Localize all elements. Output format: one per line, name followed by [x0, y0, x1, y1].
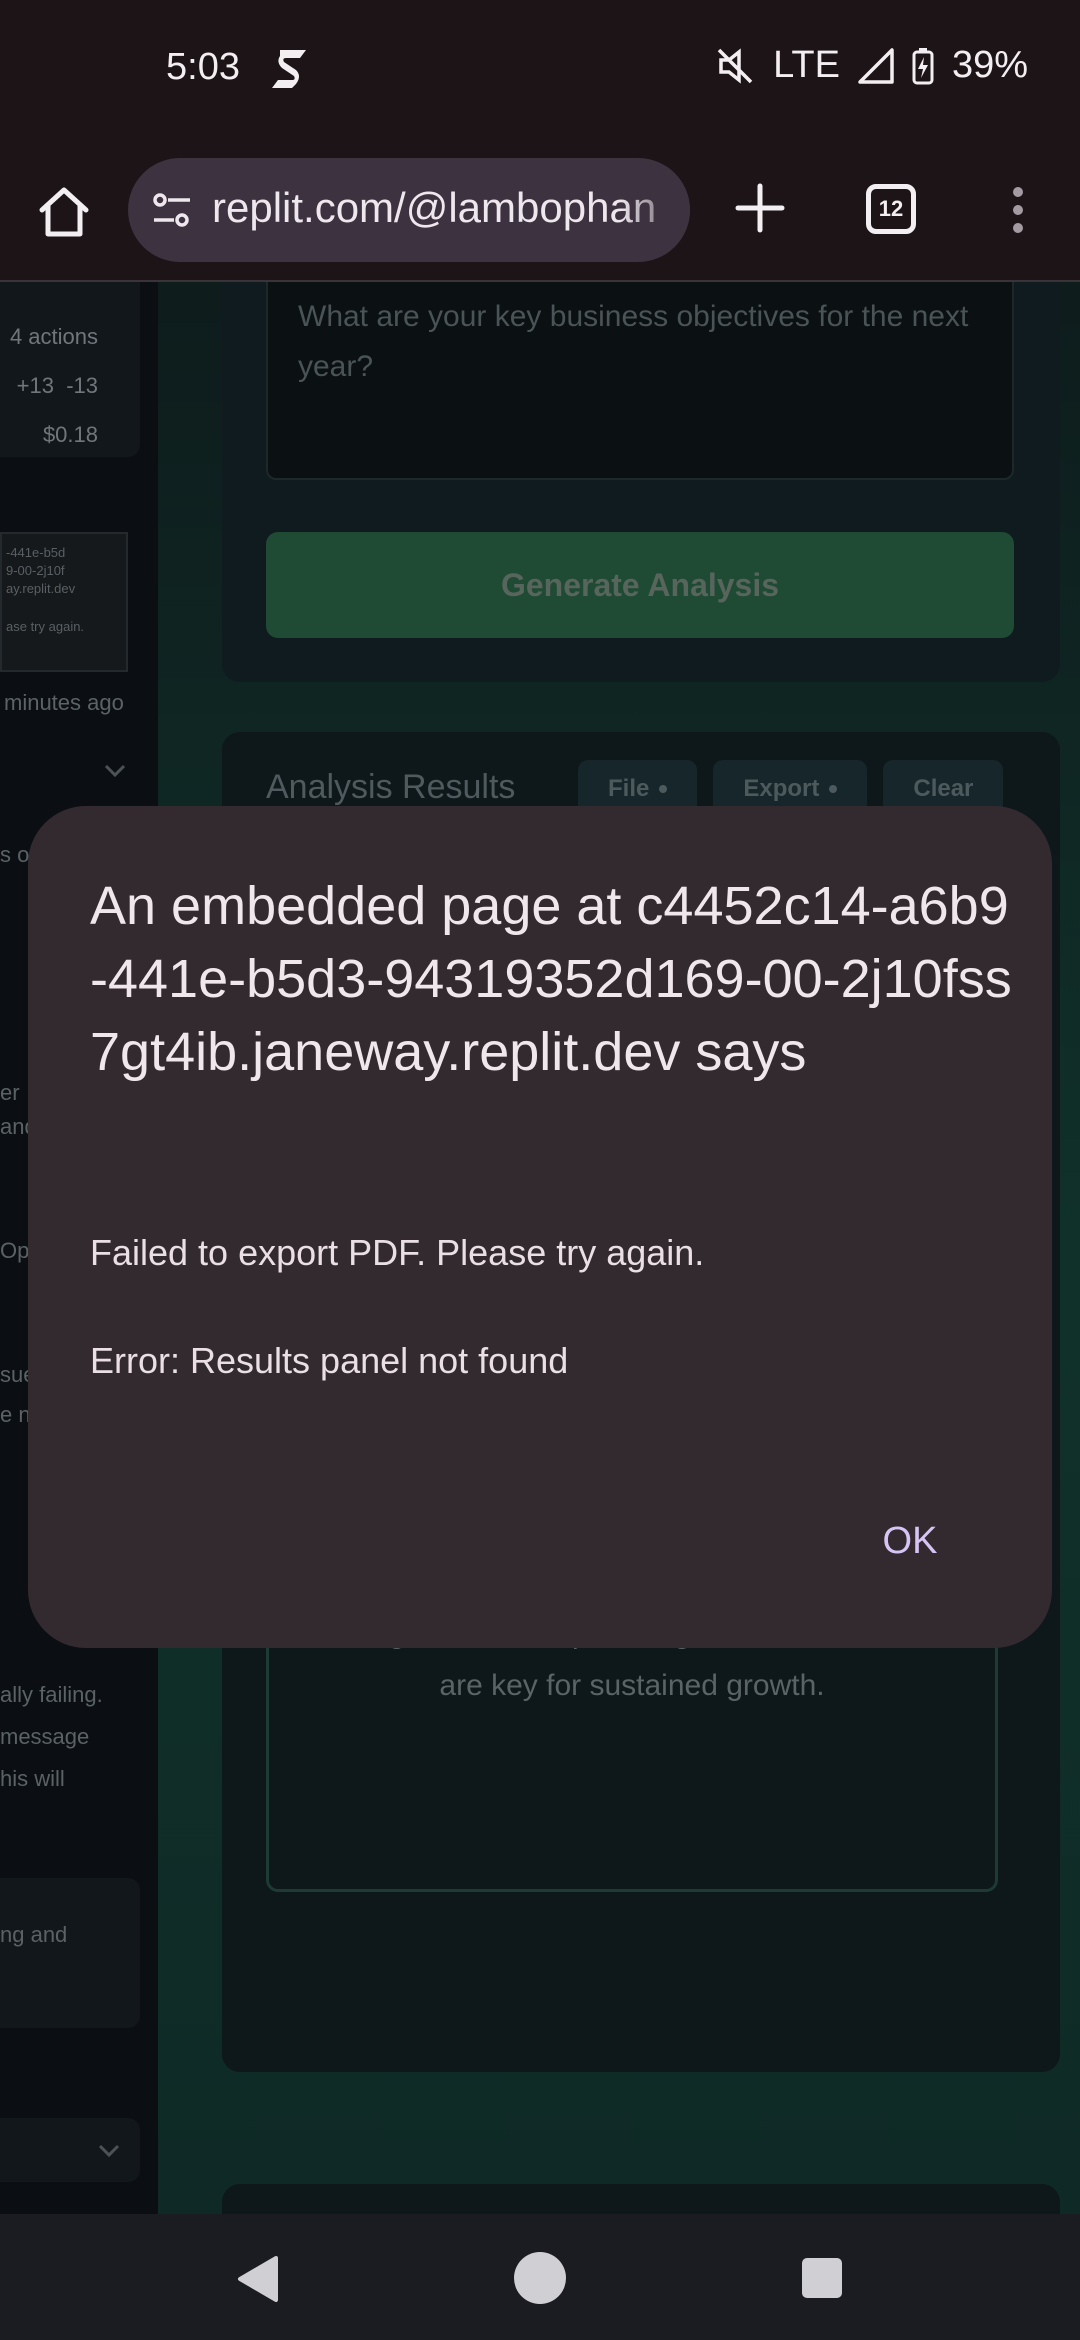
cost: $0.18 [42, 422, 98, 447]
screen: 5:03 LTE 39% replit.com/@lambophan 12 4 … [0, 0, 1080, 2340]
network-type: LTE [773, 44, 840, 86]
home-icon[interactable] [34, 182, 94, 242]
status-right: LTE 39% [715, 44, 1028, 87]
chevron-down-icon[interactable] [104, 758, 126, 778]
dropdown-dot-icon [659, 785, 668, 793]
alert-dialog: An embedded page at c4452c14-a6b9-441e-b… [28, 806, 1052, 1648]
home-circle-icon[interactable] [514, 2252, 566, 2304]
dropdown-dot-icon [829, 785, 838, 793]
chevron-down-icon [98, 2144, 120, 2158]
app-s-icon [270, 46, 310, 90]
dialog-error-line: Error: Results panel not found [90, 1340, 569, 1381]
status-bar: 5:03 LTE 39% [0, 0, 1080, 140]
url-text: replit.com/@lambophan [212, 184, 657, 231]
status-time: 5:03 [166, 46, 240, 88]
objectives-form-card: What are your key business objectives fo… [222, 282, 1060, 682]
bottom-card [222, 2184, 1060, 2214]
ok-button[interactable]: OK [860, 1506, 960, 1576]
battery-charging-icon [912, 47, 934, 85]
battery-percent: 39% [951, 44, 1028, 86]
time-ago: minutes ago [4, 690, 124, 715]
left-panel-card: ng and [0, 1878, 140, 2028]
more-vert-icon[interactable] [1000, 180, 1036, 240]
recents-icon[interactable] [802, 2258, 842, 2298]
tab-count: 12 [878, 196, 904, 221]
screenshot-thumbnail[interactable]: -441e-b5d 9-00-2j10f ay.replit.dev ase t… [0, 532, 128, 672]
tabs-icon[interactable]: 12 [866, 184, 916, 234]
url-bar[interactable]: replit.com/@lambophan [128, 158, 690, 262]
generate-analysis-button[interactable]: Generate Analysis [266, 532, 1014, 638]
left-panel-collapsed[interactable] [0, 2118, 140, 2182]
plus-icon[interactable] [730, 178, 790, 238]
dialog-message: Failed to export PDF. Please try again. … [90, 1226, 1020, 1442]
back-icon[interactable] [234, 2254, 280, 2304]
dialog-message-line: Failed to export PDF. Please try again. [90, 1232, 705, 1273]
signal-icon [858, 47, 894, 84]
diff-counts: +13 -13 [16, 373, 98, 398]
tune-icon[interactable] [150, 188, 194, 232]
objectives-textarea[interactable]: What are your key business objectives fo… [266, 282, 1014, 480]
results-title: Analysis Results [266, 768, 516, 806]
actions-card: 4 actions +13 -13 $0.18 [0, 282, 140, 457]
mute-icon [715, 46, 755, 86]
navigation-bar [0, 2214, 1080, 2340]
actions-count: 4 actions [9, 324, 98, 349]
browser-toolbar: replit.com/@lambophan 12 [0, 140, 1080, 282]
dialog-title: An embedded page at c4452c14-a6b9-441e-b… [90, 876, 1012, 1082]
